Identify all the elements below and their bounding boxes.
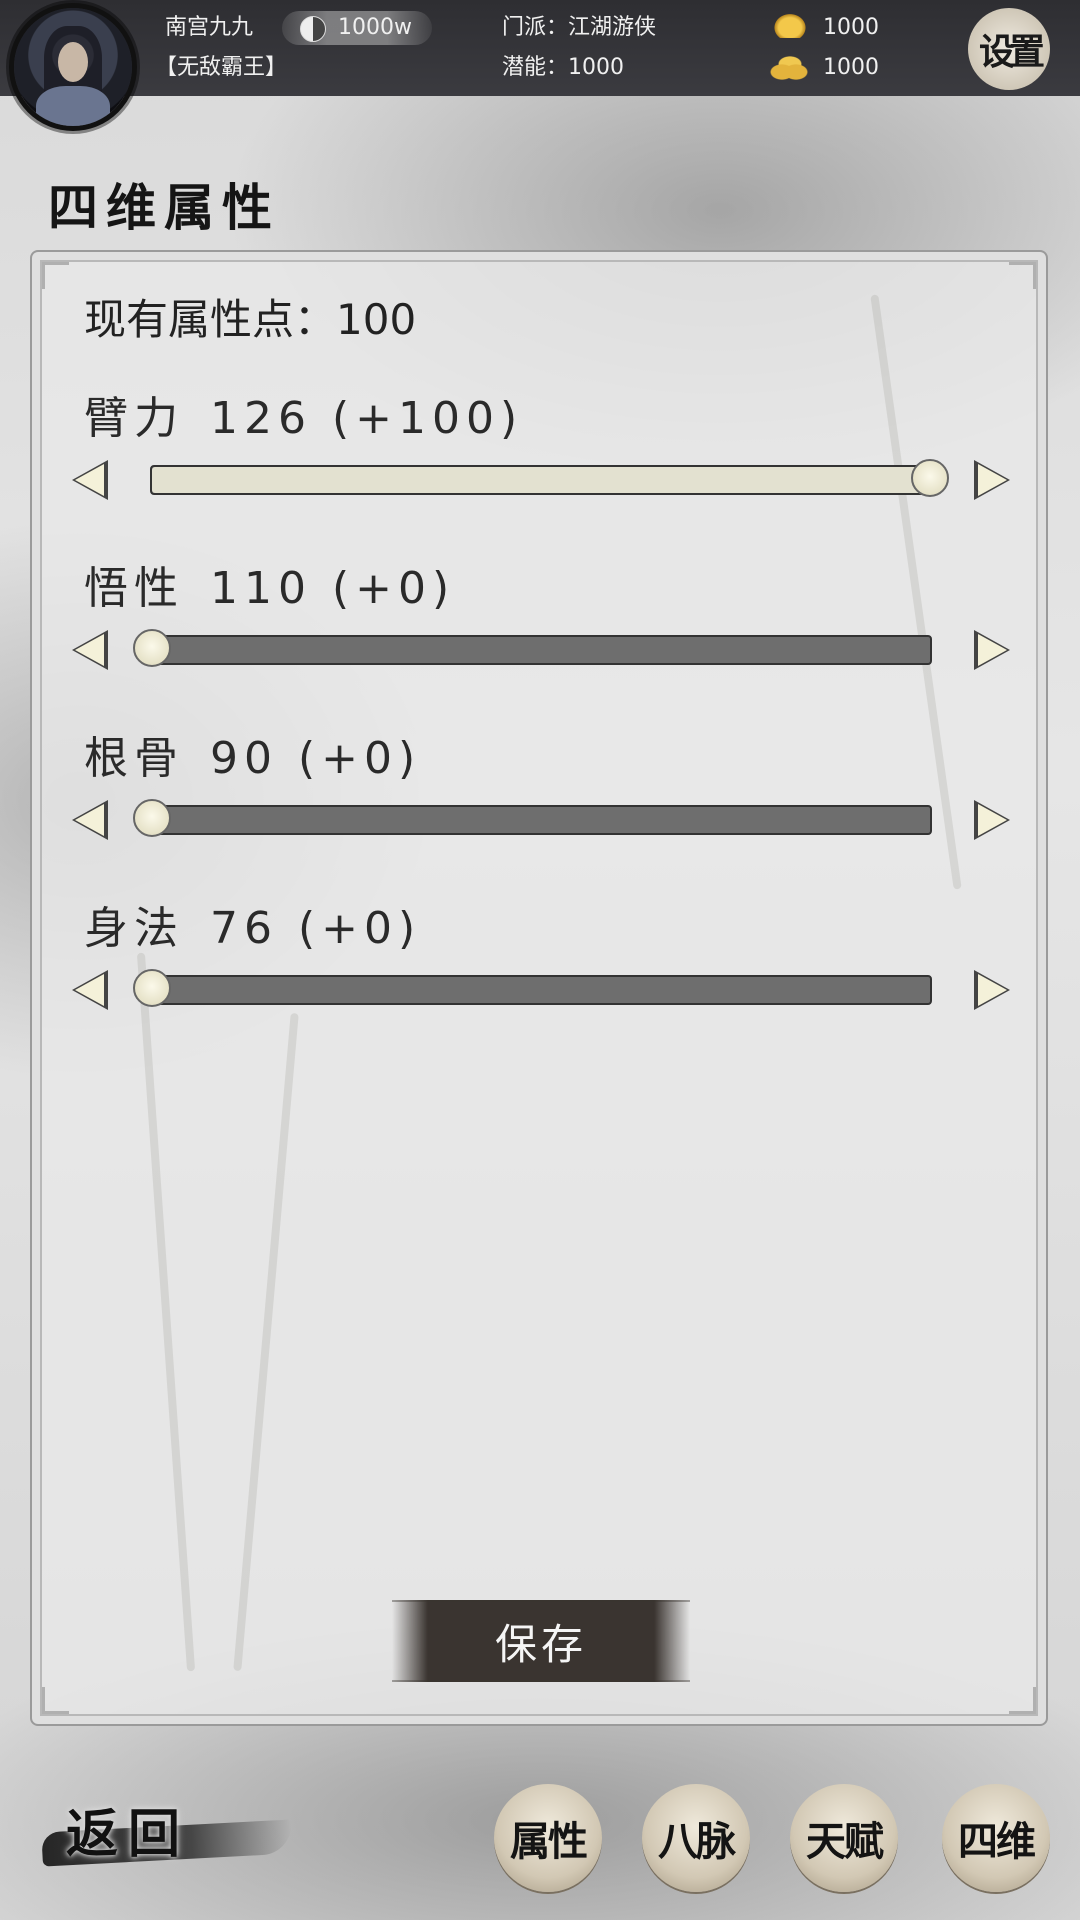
attributes-panel: 现有属性点：100 臂力 126 (+100) 悟性 110 (+0) 根骨 90 (…	[30, 250, 1048, 1726]
stat-value: 126 (+100)	[210, 393, 524, 444]
yin-yang-icon	[300, 16, 326, 42]
decrease-constitution-button[interactable]	[72, 800, 108, 840]
power-value: 1000w	[338, 15, 412, 40]
stat-agility: 身法 76 (+0)	[84, 892, 421, 956]
decrease-strength-button[interactable]	[72, 460, 108, 500]
stat-label: 臂力	[84, 393, 184, 444]
constitution-slider[interactable]	[133, 799, 932, 837]
avatar[interactable]	[14, 8, 132, 126]
stat-strength: 臂力 126 (+100)	[84, 382, 523, 446]
increase-agility-button[interactable]	[974, 970, 1010, 1010]
bamboo-decoration	[233, 1012, 299, 1672]
coins-icon	[770, 54, 810, 82]
top-bar: 南宫九九 【无敌霸王】 1000w 门派：江湖游侠 潜能：1000 1000 1…	[0, 0, 1080, 126]
stat-constitution: 根骨 90 (+0)	[84, 722, 421, 786]
panel-corner-ornament	[42, 1687, 69, 1714]
stat-label: 身法	[84, 903, 184, 954]
stat-label: 悟性	[84, 563, 184, 614]
stat-value: 110 (+0)	[210, 563, 456, 614]
tab-attributes[interactable]: 属性	[494, 1784, 602, 1892]
gold-ingot-icon	[772, 12, 808, 38]
stat-comprehension: 悟性 110 (+0)	[84, 552, 455, 616]
increase-strength-button[interactable]	[974, 460, 1010, 500]
save-button[interactable]: 保存	[392, 1600, 690, 1682]
gold-value: 1000	[823, 15, 879, 40]
slider-fill	[152, 467, 930, 493]
avatar-body	[36, 86, 110, 126]
increase-comprehension-button[interactable]	[974, 630, 1010, 670]
tab-meridians[interactable]: 八脉	[642, 1784, 750, 1892]
comprehension-slider[interactable]	[133, 629, 932, 667]
player-name: 南宫九九	[165, 15, 254, 40]
decrease-comprehension-button[interactable]	[72, 630, 108, 670]
stat-label: 根骨	[84, 733, 184, 784]
coins-value: 1000	[823, 55, 879, 80]
panel-corner-ornament	[42, 262, 69, 289]
stat-value: 90 (+0)	[210, 733, 422, 784]
attribute-points: 现有属性点：100	[84, 295, 417, 344]
back-button[interactable]: 返回	[41, 1782, 293, 1882]
strength-slider[interactable]	[150, 459, 949, 497]
sect-label: 门派：江湖游侠	[502, 15, 657, 40]
panel-corner-ornament	[1009, 262, 1036, 289]
potential-label: 潜能：1000	[502, 55, 624, 80]
panel-corner-ornament	[1009, 1687, 1036, 1714]
back-label: 返回	[66, 1804, 191, 1865]
agility-slider[interactable]	[133, 969, 932, 1007]
page-title: 四维属性	[48, 178, 280, 237]
bamboo-decoration	[870, 294, 962, 890]
avatar-face	[58, 42, 88, 82]
slider-knob[interactable]	[911, 459, 949, 497]
player-title: 【无敌霸王】	[155, 55, 288, 80]
decrease-agility-button[interactable]	[72, 970, 108, 1010]
stat-value: 76 (+0)	[210, 903, 422, 954]
tab-talents[interactable]: 天赋	[790, 1784, 898, 1892]
settings-button[interactable]: 设置	[968, 8, 1050, 90]
tab-four-dimensions[interactable]: 四维	[942, 1784, 1050, 1892]
increase-constitution-button[interactable]	[974, 800, 1010, 840]
slider-knob[interactable]	[133, 969, 171, 1007]
bamboo-decoration	[136, 952, 196, 1672]
slider-knob[interactable]	[133, 629, 171, 667]
slider-knob[interactable]	[133, 799, 171, 837]
